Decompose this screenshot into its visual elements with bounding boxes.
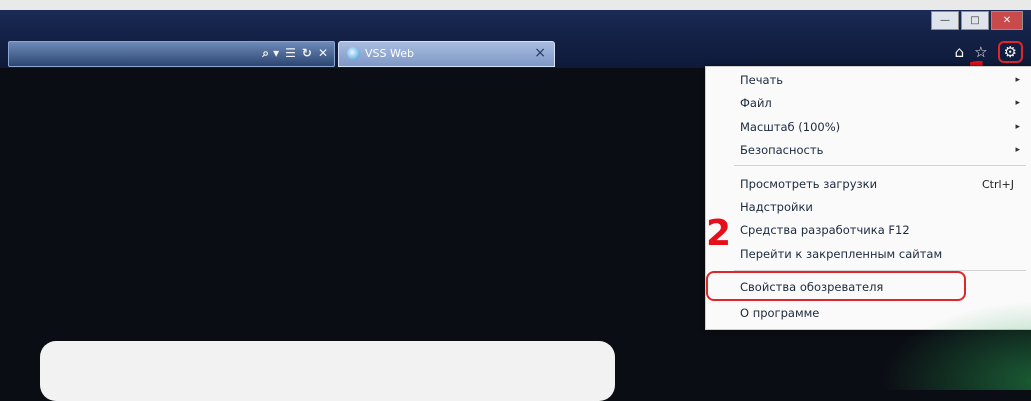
tab-close-icon[interactable]: ×	[534, 45, 546, 61]
menu-item-file[interactable]: Файл ▸	[740, 93, 1022, 113]
browser-tab[interactable]: VSS Web ×	[338, 41, 555, 67]
menu-item-zoom[interactable]: Масштаб (100%) ▸	[740, 117, 1022, 137]
home-icon[interactable]: ⌂	[955, 43, 965, 61]
search-icon[interactable]: ⌕ ▾	[262, 46, 279, 61]
menu-item-print[interactable]: Печать ▸	[740, 70, 1022, 90]
annotation-step-2: 2	[706, 213, 732, 254]
menu-item-label: Файл	[740, 96, 772, 110]
settings-gear-icon[interactable]: ⚙	[997, 41, 1023, 63]
menu-item-label: Надстройки	[740, 200, 813, 214]
submenu-arrow-icon: ▸	[1015, 145, 1020, 155]
compatibility-icon[interactable]: ☰	[285, 46, 296, 61]
submenu-arrow-icon: ▸	[1015, 122, 1020, 132]
menu-separator	[734, 165, 1026, 166]
menu-item-view-downloads[interactable]: Просмотреть загрузки Ctrl+J	[740, 174, 1022, 194]
menu-item-pinned-sites[interactable]: Перейти к закрепленным сайтам	[740, 244, 1022, 264]
menu-item-shortcut: Ctrl+J	[981, 177, 1014, 191]
page-content-card	[40, 341, 615, 401]
tab-title: VSS Web	[365, 47, 414, 60]
window-controls: — □ ✕	[931, 11, 1023, 30]
maximize-button[interactable]: □	[961, 11, 989, 30]
menu-item-label: Средства разработчика F12	[740, 223, 910, 237]
address-bar[interactable]: ⌕ ▾ ☰ ↻ ✕	[8, 41, 335, 67]
menu-item-security[interactable]: Безопасность ▸	[740, 140, 1022, 160]
submenu-arrow-icon: ▸	[1015, 98, 1020, 108]
menu-item-label: Перейти к закрепленным сайтам	[740, 247, 943, 261]
tools-menu: Печать ▸ Файл ▸ Масштаб (100%) ▸ Безопас…	[705, 66, 1031, 330]
highlight-internet-options	[706, 271, 966, 301]
menu-item-label: Просмотреть загрузки	[740, 177, 878, 191]
window-frame-top	[0, 0, 1031, 10]
refresh-icon[interactable]: ↻	[302, 46, 312, 61]
menu-item-dev-tools[interactable]: Средства разработчика F12	[740, 220, 1022, 240]
menu-item-addons[interactable]: Надстройки	[740, 197, 1022, 217]
submenu-arrow-icon: ▸	[1015, 75, 1020, 85]
stop-icon[interactable]: ✕	[318, 46, 328, 61]
menu-item-label: Печать	[740, 73, 784, 87]
close-window-button[interactable]: ✕	[991, 11, 1023, 30]
menu-item-label: Безопасность	[740, 143, 824, 157]
menu-item-label: Масштаб (100%)	[740, 120, 841, 134]
ie-icon	[347, 47, 360, 60]
minimize-button[interactable]: —	[931, 11, 959, 30]
address-bar-tools: ⌕ ▾ ☰ ↻ ✕	[262, 46, 328, 61]
menu-item-label: О программе	[740, 306, 820, 320]
desktop-glow	[880, 300, 1031, 390]
